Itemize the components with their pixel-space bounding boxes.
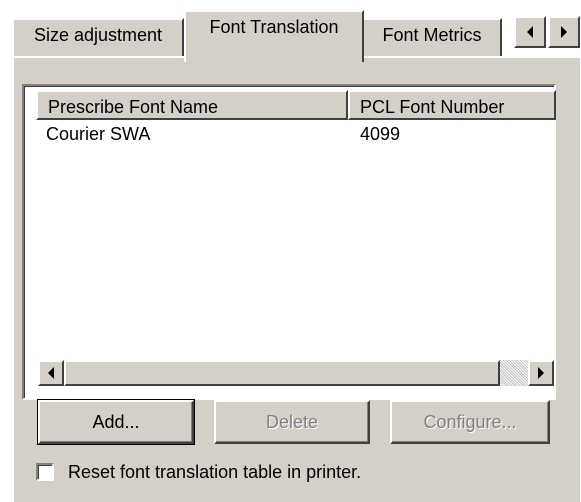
tab-strip: Size adjustment Font Metrics Font Transl… [0,0,581,62]
add-button-label: Add... [92,412,140,432]
font-name-cell: Courier SWA [46,124,151,144]
column-header-pcl-font-number[interactable]: PCL Font Number [348,90,556,120]
arrow-left-icon [527,26,533,38]
scroll-right-button[interactable] [528,360,554,386]
font-translation-list[interactable]: Prescribe Font Name PCL Font Number Cour… [22,84,556,400]
arrow-right-icon [561,26,567,38]
column-header-label: Prescribe Font Name [48,97,219,117]
scrollbar-thumb[interactable] [64,360,500,386]
font-number-cell: 4099 [360,124,401,144]
tab-label: Font Translation [209,17,339,37]
tab-font-translation[interactable]: Font Translation [184,10,364,62]
reset-table-option[interactable]: Reset font translation table in printer. [36,460,361,484]
delete-button[interactable]: Delete [214,400,370,444]
arrow-left-icon [48,367,54,379]
add-button[interactable]: Add... [37,399,195,445]
list-header: Prescribe Font Name PCL Font Number [36,90,556,120]
column-header-prescribe-font-name[interactable]: Prescribe Font Name [36,90,348,120]
tab-scroll-left-button[interactable] [514,16,546,48]
reset-table-checkbox[interactable] [36,463,54,481]
horizontal-scrollbar[interactable] [38,360,554,386]
configure-button-label: Configure... [423,412,517,432]
scrollbar-track[interactable] [500,360,528,386]
configure-button[interactable]: Configure... [390,400,550,444]
tab-font-metrics[interactable]: Font Metrics [362,18,502,58]
tab-label: Font Metrics [382,25,482,45]
tab-size-adjustment[interactable]: Size adjustment [12,18,184,58]
delete-button-label: Delete [265,412,319,432]
tab-scroll-right-button[interactable] [548,16,580,48]
tab-label: Size adjustment [33,25,163,45]
column-header-label: PCL Font Number [360,97,505,117]
list-item[interactable]: Courier SWA 4099 [36,124,536,148]
scroll-left-button[interactable] [38,360,64,386]
arrow-right-icon [538,367,544,379]
reset-table-label: Reset font translation table in printer. [68,461,362,482]
